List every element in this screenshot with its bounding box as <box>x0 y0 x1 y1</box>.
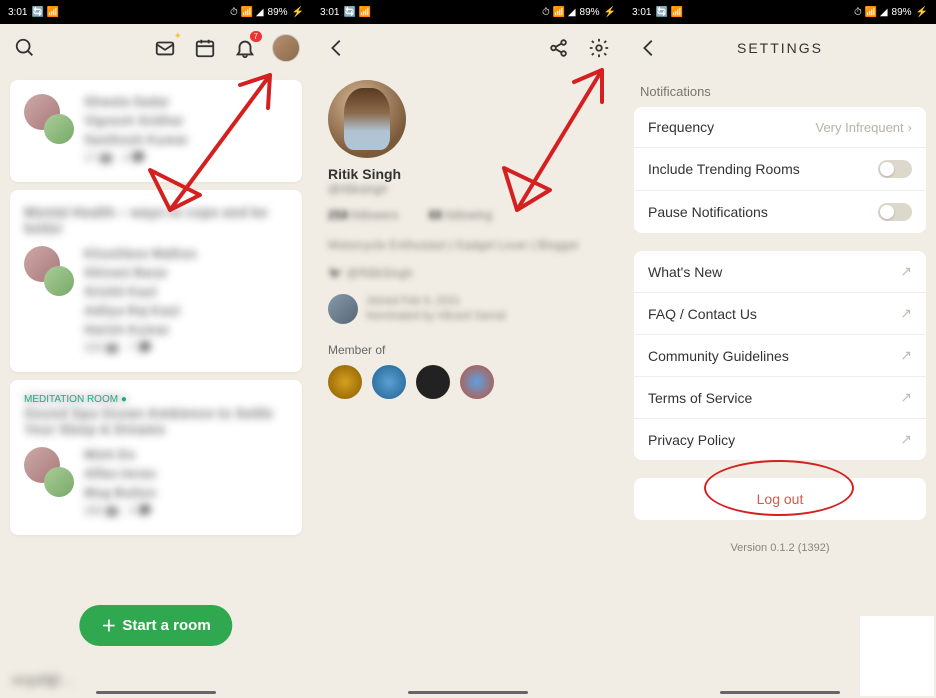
whats-new-row[interactable]: What's New↗ <box>634 251 926 293</box>
profile-avatar-button[interactable] <box>272 34 300 62</box>
settings-screen: 3:01🔄 📶 ⏱ 📶 ◢89%⚡ SETTINGS Notifications… <box>624 0 936 698</box>
notifications-group: Frequency Very Infrequent› Include Trend… <box>634 107 926 233</box>
tos-row[interactable]: Terms of Service↗ <box>634 377 926 419</box>
status-bar: 3:01🔄 📶 ⏱ 📶 ◢89%⚡ <box>0 0 312 24</box>
status-bar: 3:01🔄 📶 ⏱ 📶 ◢89%⚡ <box>624 0 936 24</box>
share-icon[interactable] <box>546 35 572 61</box>
clubs-list <box>328 365 608 399</box>
external-link-icon: ↗ <box>900 347 912 364</box>
external-link-icon: ↗ <box>900 305 912 322</box>
search-icon[interactable] <box>12 35 38 61</box>
plus-icon: ＋ <box>101 615 116 636</box>
profile-bio: Motorcycle Enthusiast | Gadget Lover | B… <box>328 238 608 252</box>
nominator-avatar <box>328 294 358 324</box>
chevron-right-icon: › <box>908 120 912 135</box>
trending-toggle[interactable] <box>878 160 912 178</box>
calendar-icon[interactable] <box>192 35 218 61</box>
profile-name: Ritik Singh <box>328 166 608 182</box>
status-bar: 3:01🔄 📶 ⏱ 📶 ◢89%⚡ <box>312 0 624 24</box>
member-of-label: Member of <box>328 343 608 357</box>
start-room-label: Start a room <box>122 617 210 634</box>
external-link-icon: ↗ <box>900 263 912 280</box>
privacy-row[interactable]: Privacy Policy↗ <box>634 419 926 460</box>
profile-handle: @ritiksingh <box>328 182 608 196</box>
club-avatar[interactable] <box>416 365 450 399</box>
speaker-avatars <box>24 447 74 497</box>
version-label: Version 0.1.2 (1392) <box>624 542 936 554</box>
home-indicator <box>96 691 216 694</box>
room-card[interactable]: Mental Health – ways to cope and be bett… <box>10 190 302 372</box>
invite-icon[interactable]: ✦ <box>152 35 178 61</box>
frequency-row[interactable]: Frequency Very Infrequent› <box>634 107 926 148</box>
trending-row[interactable]: Include Trending Rooms <box>634 148 926 191</box>
club-avatar[interactable] <box>328 365 362 399</box>
external-link-icon: ↗ <box>900 389 912 406</box>
faq-row[interactable]: FAQ / Contact Us↗ <box>634 293 926 335</box>
feed-top-bar: ✦ 7 <box>0 24 312 72</box>
pause-row[interactable]: Pause Notifications <box>634 191 926 233</box>
bottom-text: ഓട്ടയിളി … <box>12 673 74 688</box>
watermark-box <box>860 616 934 696</box>
room-card[interactable]: Shweta Sadar Vignesh Sridhar Santhosh Ku… <box>10 80 302 182</box>
pause-toggle[interactable] <box>878 203 912 221</box>
profile-stats: 258 followers 88 following <box>328 208 608 222</box>
room-card[interactable]: MEDITATION ROOM ● Sound Spa Ocean Ambien… <box>10 380 302 535</box>
notifications-section-label: Notifications <box>624 72 936 107</box>
feed-screen: 3:01🔄 📶 ⏱ 📶 ◢89%⚡ ✦ 7 Shweta Sadar Vigne… <box>0 0 312 698</box>
club-avatar[interactable] <box>372 365 406 399</box>
settings-icon[interactable] <box>586 35 612 61</box>
club-avatar[interactable] <box>460 365 494 399</box>
home-indicator <box>720 691 840 694</box>
twitter-handle[interactable]: 🐦 @RitikSingh <box>328 266 608 280</box>
frequency-value: Very Infrequent <box>815 120 903 135</box>
settings-title: SETTINGS <box>624 40 936 56</box>
community-row[interactable]: Community Guidelines↗ <box>634 335 926 377</box>
joined-info: Joined Feb 9, 2021 Nominated by Vikrant … <box>328 294 608 325</box>
profile-screen: 3:01🔄 📶 ⏱ 📶 ◢89%⚡ Ritik Singh @ritiksing… <box>312 0 624 698</box>
logout-button[interactable]: Log out <box>634 478 926 520</box>
speaker-avatars <box>24 246 74 296</box>
links-group: What's New↗ FAQ / Contact Us↗ Community … <box>634 251 926 460</box>
notifications-icon[interactable]: 7 <box>232 35 258 61</box>
status-battery: 89% <box>268 7 288 18</box>
home-indicator <box>408 691 528 694</box>
status-time: 3:01 <box>8 7 27 18</box>
settings-header: SETTINGS <box>624 24 936 72</box>
start-room-button[interactable]: ＋ Start a room <box>79 605 232 646</box>
profile-top-bar <box>312 24 624 72</box>
speaker-avatars <box>24 94 74 144</box>
sparkle-icon: ✦ <box>174 31 182 42</box>
notification-badge: 7 <box>250 31 262 42</box>
external-link-icon: ↗ <box>900 431 912 448</box>
back-icon[interactable] <box>324 35 350 61</box>
profile-picture[interactable] <box>328 80 406 158</box>
